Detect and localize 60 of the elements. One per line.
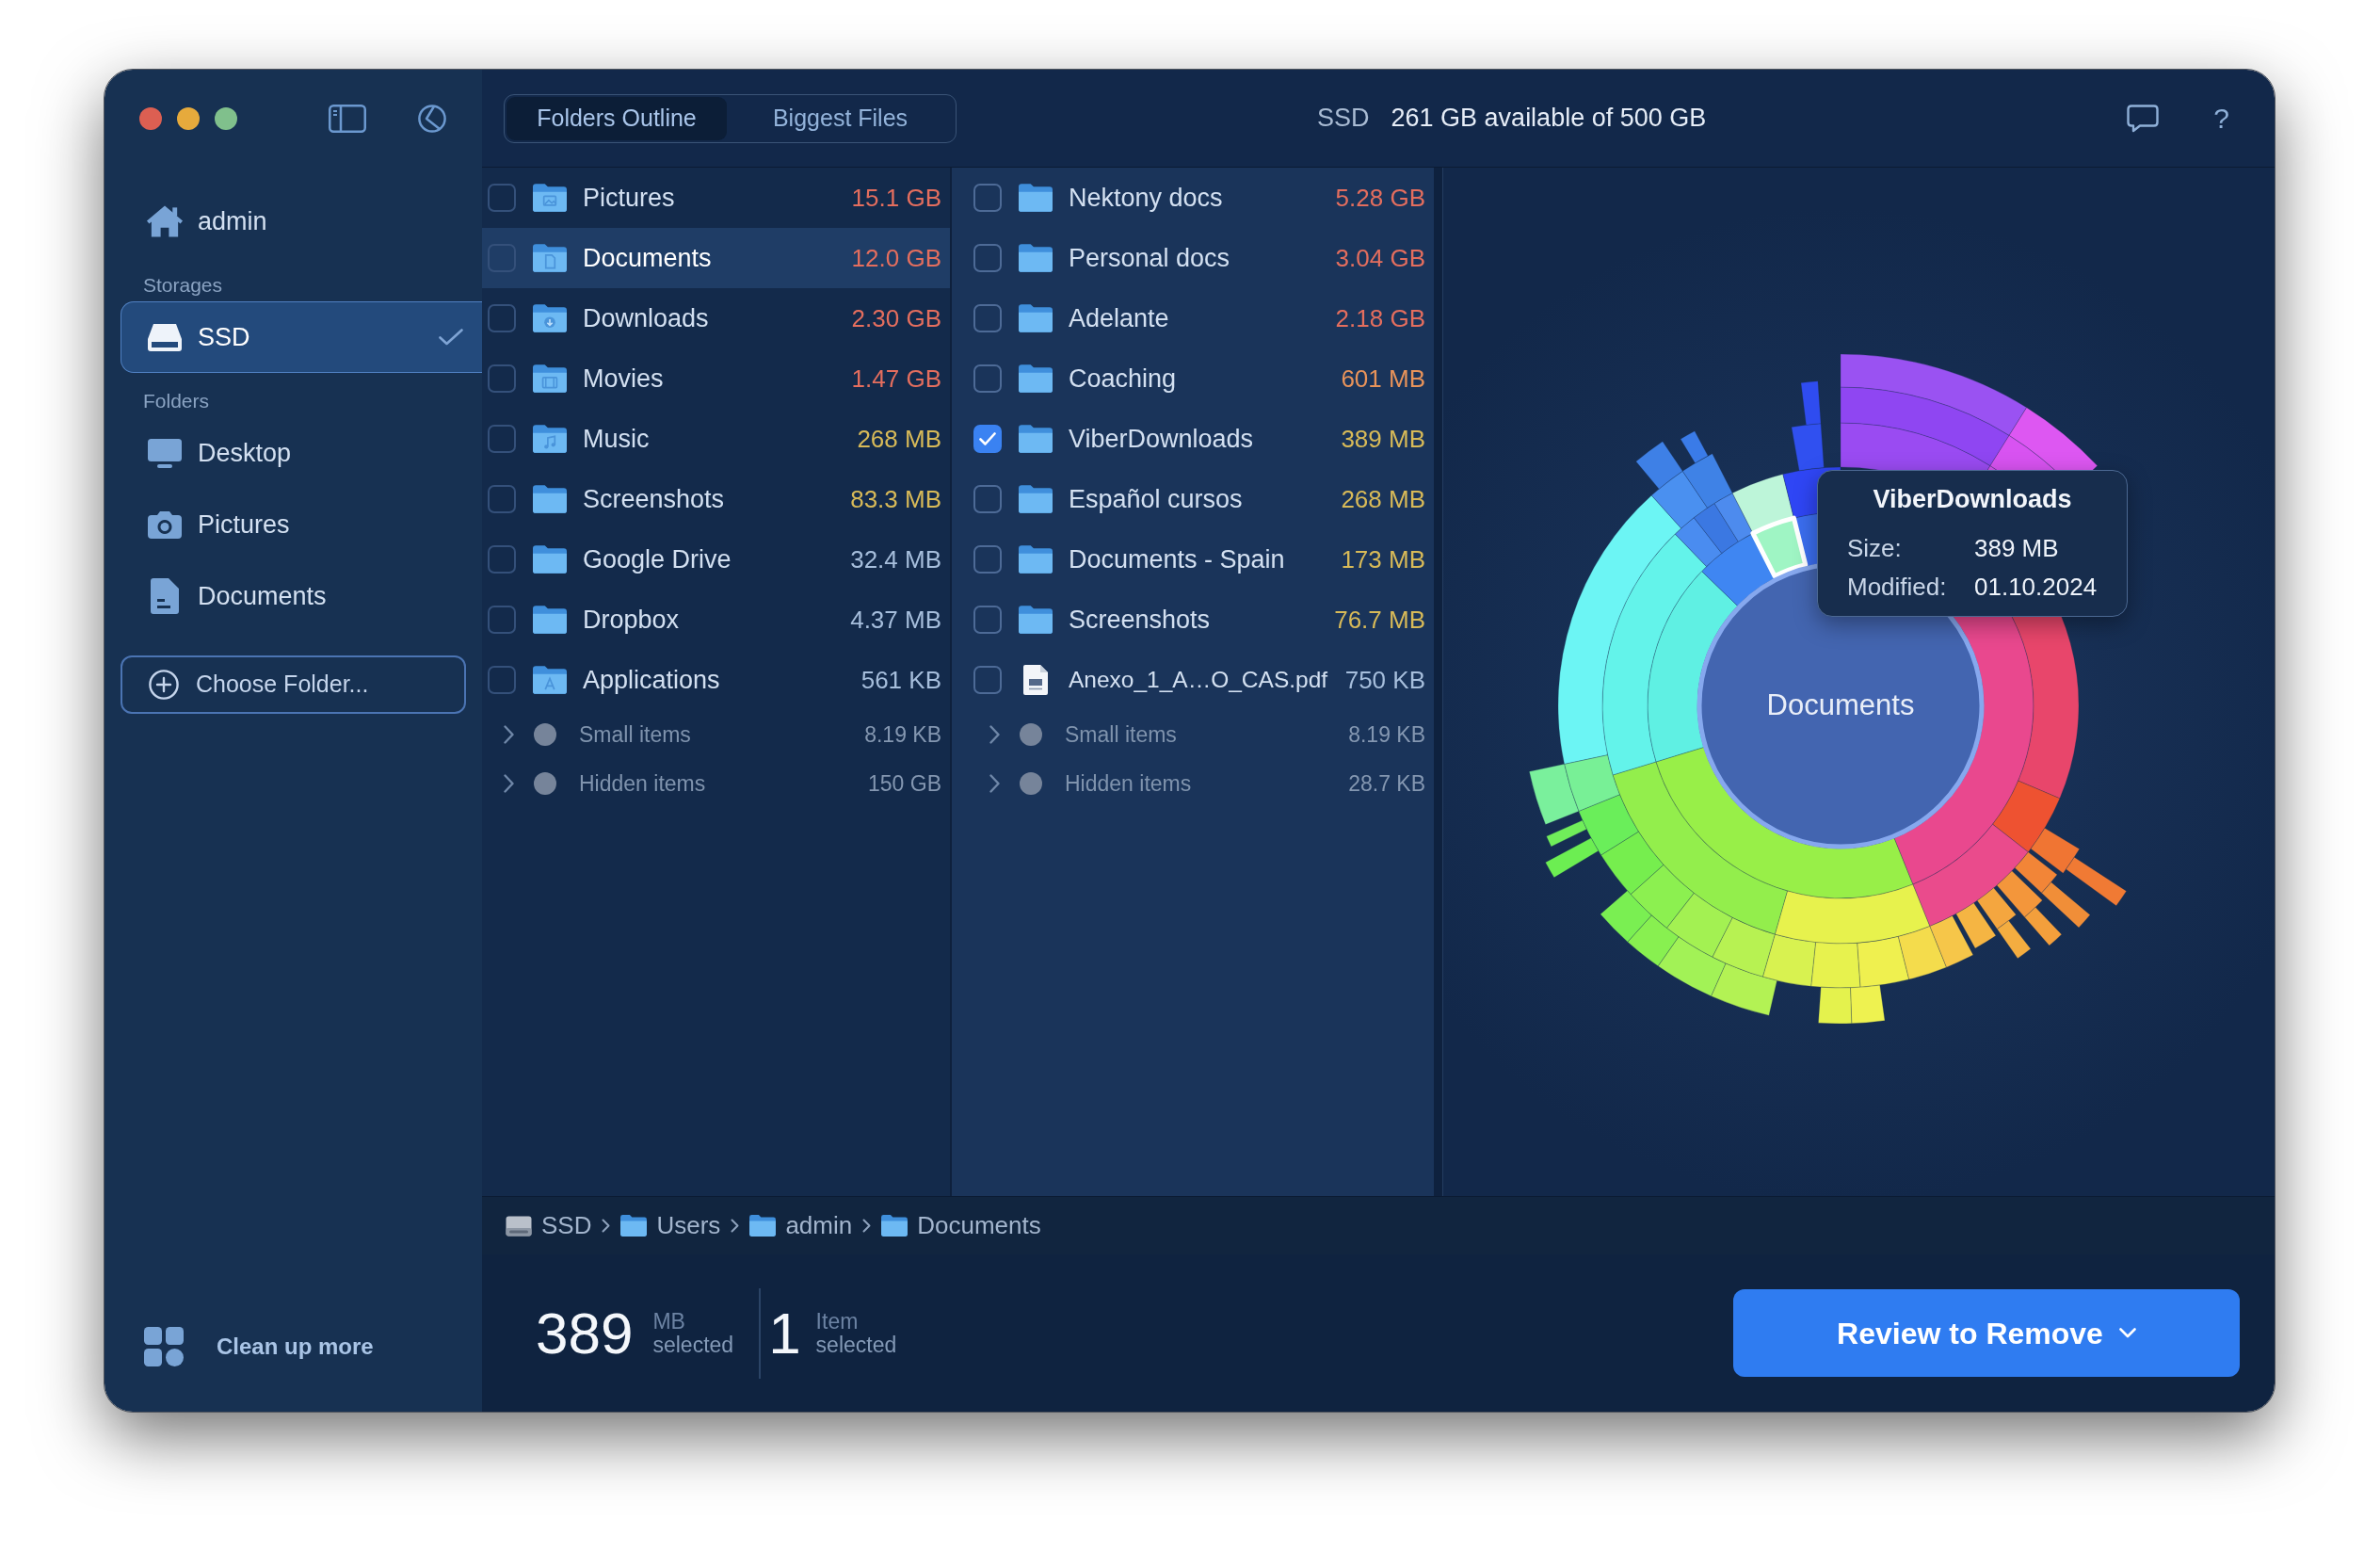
folder-name: Anexo_1_A…O_CAS.pdf [1069,665,1328,694]
folder-name: Dropbox [583,604,680,636]
folder-name: Documents [583,242,712,274]
folder-size: 2.18 GB [1335,302,1425,334]
folder-name: Adelante [1069,302,1169,334]
tooltip-label: Modified: [1847,572,1947,603]
folder-name: Music [583,423,650,455]
summary-label: Small items [579,720,691,749]
folder-size: 83.3 MB [850,483,941,515]
folder-size: 5.28 GB [1335,182,1425,214]
tooltip-label: Size: [1847,533,1902,564]
summary-label: Small items [1065,720,1177,749]
folder-name: Español cursos [1069,483,1243,515]
folder-name: Documents - Spain [1069,543,1285,575]
folder-size: 561 KB [860,664,941,696]
section-heading: Storages [142,274,224,297]
folder-size: 1.47 GB [851,363,941,395]
folder-size: 389 MB [1341,423,1425,455]
selected-size-value: 389 [536,1303,634,1363]
folder-size: 268 MB [857,423,941,455]
folder-name: Movies [583,363,664,395]
summary-size: 28.7 KB [1348,769,1425,798]
folder-name: Downloads [583,302,709,334]
folder-name: Coaching [1069,363,1177,395]
folder-name: Applications [583,664,720,696]
size-caption: selected [652,1333,734,1357]
folder-size: 3.04 GB [1335,242,1425,274]
count-caption: selected [815,1333,897,1357]
folder-name: ViberDownloads [1069,423,1254,455]
folder-name: Nektony docs [1069,182,1223,214]
section-heading: Folders [142,390,211,412]
folder-name: Screenshots [1069,604,1211,636]
tooltip-value: 01.10.2024 [1974,572,2098,603]
folder-size: 750 KB [1344,664,1425,696]
tooltip-title: ViberDownloads [1873,484,2072,514]
summary-size: 150 GB [868,769,941,798]
disk-space-info: 261 GB available of 500 GB [1391,103,1707,135]
selected-count-value: 1 [768,1303,801,1363]
summary-size: 8.19 KB [1348,720,1425,749]
disk-name: SSD [1317,103,1370,135]
count-unit: Item [815,1309,860,1334]
summary-label: Hidden items [1065,769,1192,798]
center-label: Documents [1766,687,1915,723]
folder-name: Personal docs [1069,242,1230,274]
size-unit: MB [652,1309,686,1334]
summary-label: Hidden items [579,769,706,798]
tooltip-value: 389 MB [1974,533,2059,564]
folder-name: Screenshots [583,483,725,515]
summary-size: 8.19 KB [864,720,941,749]
folder-size: 4.37 MB [850,604,941,636]
folder-size: 76.7 MB [1334,604,1425,636]
folder-size: 32.4 MB [850,543,941,575]
folder-size: 12.0 GB [851,242,941,274]
folder-size: 2.30 GB [851,302,941,334]
folder-name: Google Drive [583,543,732,575]
folder-size: 268 MB [1341,483,1425,515]
folder-size: 601 MB [1341,363,1425,395]
folder-size: 173 MB [1341,543,1425,575]
folder-name: Pictures [583,182,675,214]
folder-size: 15.1 GB [851,182,941,214]
